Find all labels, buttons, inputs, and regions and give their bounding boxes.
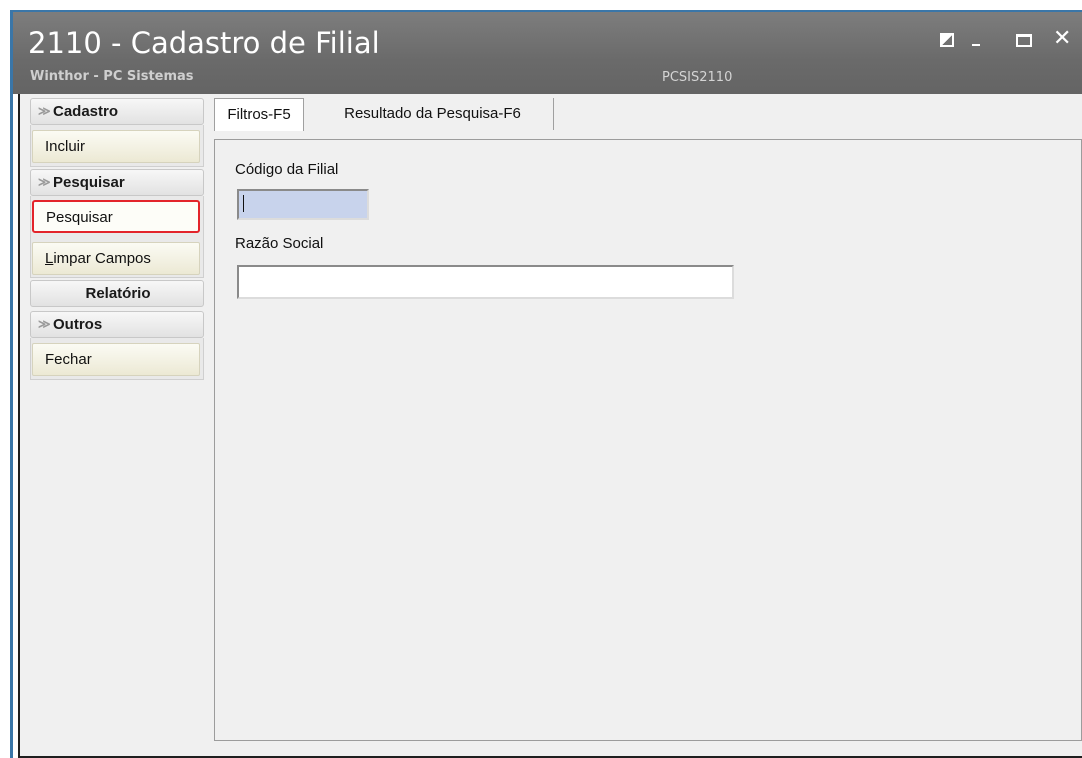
razao-social-label: Razão Social — [235, 235, 324, 252]
group-header-outros[interactable]: ≫ Outros — [30, 311, 204, 338]
group-label: Cadastro — [53, 103, 119, 120]
group-label: Relatório — [85, 285, 151, 302]
tab-filtros[interactable]: Filtros-F5 — [214, 98, 304, 131]
tab-bar: Filtros-F5 Resultado da Pesquisa-F6 — [208, 94, 1078, 134]
fechar-button[interactable]: Fechar — [32, 343, 200, 376]
client-area: ≫ Cadastro Incluir ≫ Pesquisar Pesquisar… — [18, 94, 1082, 758]
group-header-cadastro[interactable]: ≫ Cadastro — [30, 98, 204, 125]
incluir-button[interactable]: Incluir — [32, 130, 200, 163]
text-caret — [243, 195, 244, 212]
window-border — [10, 10, 13, 758]
app-subtitle: Winthor - PC Sistemas — [30, 69, 194, 84]
restore-icon[interactable] — [940, 33, 954, 47]
group-label: Pesquisar — [53, 174, 125, 191]
limpar-campos-button[interactable]: Limpar Campos — [32, 242, 200, 275]
codigo-filial-input[interactable] — [237, 189, 369, 220]
window-title: 2110 - Cadastro de Filial — [28, 26, 380, 60]
button-label: impar Campos — [53, 250, 151, 267]
codigo-filial-label: Código da Filial — [235, 161, 339, 178]
group-label: Outros — [53, 316, 103, 333]
sidebar: ≫ Cadastro Incluir ≫ Pesquisar Pesquisar… — [30, 96, 206, 380]
title-bar[interactable]: 2110 - Cadastro de Filial Winthor - PC S… — [10, 10, 1082, 94]
filters-panel: Código da Filial Razão Social — [214, 139, 1082, 741]
tab-resultado[interactable]: Resultado da Pesquisa-F6 — [312, 98, 554, 130]
chevron-double-down-icon: ≫ — [38, 317, 51, 331]
routine-code: PCSIS2110 — [662, 70, 733, 85]
group-header-pesquisar[interactable]: ≫ Pesquisar — [30, 169, 204, 196]
chevron-double-down-icon: ≫ — [38, 175, 51, 189]
group-header-relatorio[interactable]: Relatório — [30, 280, 204, 307]
razao-social-input[interactable] — [237, 265, 734, 299]
pesquisar-button[interactable]: Pesquisar — [32, 200, 200, 233]
chevron-double-down-icon: ≫ — [38, 104, 51, 118]
minimize-icon[interactable] — [972, 44, 980, 46]
close-icon[interactable]: ✕ — [1053, 26, 1071, 51]
maximize-icon[interactable] — [1016, 34, 1032, 47]
app-window: 2110 - Cadastro de Filial Winthor - PC S… — [0, 0, 1082, 758]
